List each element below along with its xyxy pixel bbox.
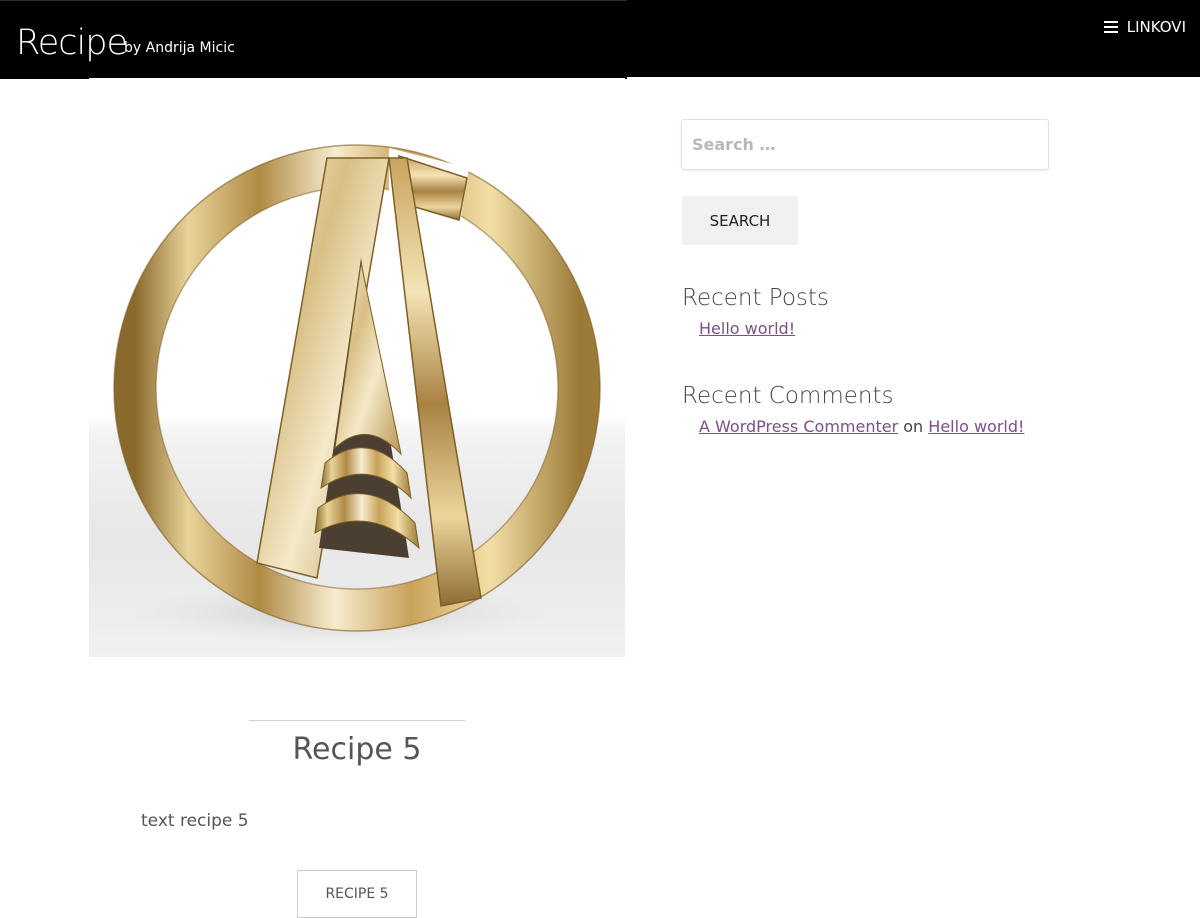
comment-connector: on — [903, 417, 924, 436]
entry-excerpt: text recipe 5 — [141, 811, 249, 831]
site-title[interactable]: Recipe — [16, 23, 128, 63]
recent-comment-item: A WordPress Commenter on Hello world! — [699, 416, 1024, 438]
search-input[interactable] — [681, 119, 1049, 170]
read-more-button[interactable]: RECIPE 5 — [297, 870, 417, 918]
hamburger-icon — [1103, 21, 1118, 33]
gold-circle-a-logo-icon — [113, 144, 601, 643]
site-header: Recipe by Andrija Micic — [0, 0, 627, 79]
recent-posts-list: Hello world! — [699, 318, 795, 340]
title-divider — [249, 720, 465, 721]
recent-post-link[interactable]: Hello world! — [699, 319, 795, 338]
menu-label: LINKOVI — [1126, 18, 1186, 36]
header-nav-area: LINKOVI — [627, 0, 1200, 77]
recent-comments-title: Recent Comments — [682, 383, 894, 409]
site-description: by Andrija Micic — [124, 40, 235, 56]
comment-author-link[interactable]: A WordPress Commenter — [699, 417, 898, 436]
entry-title[interactable]: Recipe 5 — [89, 730, 625, 770]
search-button[interactable]: SEARCH — [682, 196, 798, 245]
recent-posts-title: Recent Posts — [682, 285, 829, 311]
featured-image[interactable] — [89, 78, 625, 657]
comment-post-link[interactable]: Hello world! — [928, 417, 1024, 436]
menu-toggle-button[interactable]: LINKOVI — [1103, 17, 1186, 37]
